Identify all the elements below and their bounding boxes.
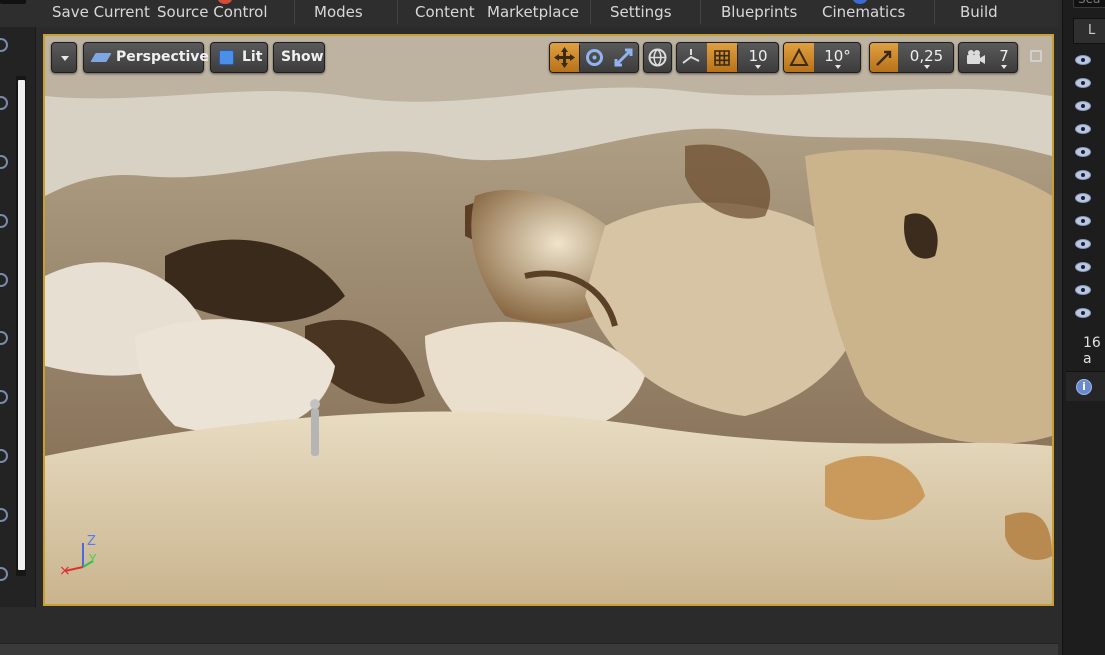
toolbar-divider	[294, 0, 295, 24]
translate-tool-button[interactable]	[550, 43, 579, 72]
viewport-options-button[interactable]	[51, 42, 77, 73]
left-scrollbar-thumb[interactable]	[18, 80, 25, 570]
rotation-snap-toggle[interactable]	[784, 43, 814, 72]
bottom-panel-edge	[0, 643, 1058, 655]
unreal-editor-window: Save Current Source Control Modes Conten…	[0, 0, 1105, 655]
chevron-down-icon	[1001, 65, 1007, 69]
view-mode-lit-button[interactable]: Lit	[210, 42, 268, 73]
toolbar-divider	[934, 0, 935, 24]
visibility-eye-icon[interactable]	[1075, 101, 1091, 111]
info-icon: i	[1076, 379, 1092, 395]
camera-speed-button[interactable]: 7	[958, 42, 1018, 73]
visibility-eye-icon[interactable]	[1075, 55, 1091, 65]
mode-icon[interactable]	[0, 273, 8, 287]
coordinate-system-button[interactable]	[643, 42, 672, 73]
save-current-button[interactable]: Save Current	[52, 3, 150, 23]
toolbar-divider	[397, 0, 398, 24]
scale-snap-toggle[interactable]	[870, 43, 898, 72]
mode-icon[interactable]	[0, 390, 8, 404]
move-arrows-icon	[554, 47, 575, 68]
svg-text:×: ×	[59, 563, 71, 579]
axis-y-label: Y	[88, 552, 97, 566]
globe-icon	[648, 48, 667, 67]
visibility-eye-icon[interactable]	[1075, 239, 1091, 249]
mode-icon[interactable]	[0, 96, 8, 110]
build-button[interactable]: Build	[960, 3, 998, 23]
settings-button[interactable]: Settings	[610, 3, 672, 23]
show-label: Show	[281, 49, 324, 65]
rotate-tool-button[interactable]	[580, 43, 609, 72]
mode-icon[interactable]	[0, 155, 8, 169]
visibility-eye-icon[interactable]	[1075, 285, 1091, 295]
perspective-icon	[90, 53, 112, 62]
camera-icon	[967, 50, 985, 64]
lit-label: Lit	[242, 49, 263, 65]
axis-gizmo: Z Y ×	[59, 534, 97, 579]
chevron-down-icon	[755, 65, 761, 69]
level-viewport[interactable]: Perspective Lit Show 10 10° 0,25 7 Z Y ×	[43, 34, 1054, 606]
visibility-eye-icon[interactable]	[1075, 147, 1091, 157]
details-panel-tab[interactable]: i	[1066, 371, 1105, 401]
rotation-snap-group: 10°	[783, 42, 861, 73]
perspective-button[interactable]: Perspective	[83, 42, 209, 73]
surface-snap-icon	[682, 49, 700, 64]
scale-arrow-icon	[876, 50, 892, 66]
lit-cube-icon	[219, 50, 234, 65]
toolbar-divider	[700, 0, 701, 24]
mode-icon[interactable]	[0, 331, 8, 345]
logo-icon	[0, 0, 26, 4]
grid-snap-group: 10	[676, 42, 779, 73]
modes-button[interactable]: Modes	[314, 3, 363, 23]
blueprints-button[interactable]: Blueprints	[721, 3, 797, 23]
visibility-eye-icon[interactable]	[1075, 124, 1091, 134]
mode-icon[interactable]	[0, 38, 8, 52]
visibility-eye-icon[interactable]	[1075, 262, 1091, 272]
rotate-icon	[586, 49, 603, 66]
maximize-viewport-icon[interactable]	[1030, 50, 1042, 62]
mode-icon[interactable]	[0, 214, 8, 228]
toolbar-divider	[590, 0, 591, 24]
mode-icon[interactable]	[0, 508, 8, 522]
scale-icon	[614, 48, 633, 67]
visibility-eye-icon[interactable]	[1075, 216, 1091, 226]
cave-scene-render[interactable]	[45, 36, 1052, 604]
transform-tools-group	[549, 42, 639, 73]
marketplace-button[interactable]: Marketplace	[487, 3, 579, 23]
visibility-eye-icon[interactable]	[1075, 193, 1091, 203]
chevron-down-icon	[835, 65, 841, 69]
visibility-eye-icon[interactable]	[1075, 78, 1091, 88]
cinematics-button[interactable]: Cinematics	[822, 3, 905, 23]
perspective-label: Perspective	[116, 49, 209, 65]
actor-count-label: 16 a	[1083, 335, 1101, 367]
show-flags-button[interactable]: Show	[273, 42, 325, 73]
mode-icon[interactable]	[0, 449, 8, 463]
grid-snap-toggle[interactable]	[707, 43, 737, 72]
outliner-label-column-header[interactable]: L	[1073, 18, 1105, 44]
surface-snapping-button[interactable]	[677, 43, 707, 72]
scale-snap-group: 0,25	[869, 42, 954, 73]
world-outliner-panel: Sea L 16 a i	[1062, 0, 1105, 655]
angle-icon	[789, 47, 809, 66]
outliner-search-input[interactable]: Sea	[1073, 0, 1105, 8]
visibility-eye-icon[interactable]	[1075, 170, 1091, 180]
mode-icon[interactable]	[0, 567, 8, 581]
source-control-button[interactable]: Source Control	[157, 3, 268, 23]
main-toolbar: Save Current Source Control Modes Conten…	[0, 0, 1058, 27]
chevron-down-icon	[924, 65, 930, 69]
content-button[interactable]: Content	[415, 3, 475, 23]
grid-icon	[714, 50, 730, 66]
scale-tool-button[interactable]	[609, 43, 638, 72]
chevron-down-icon	[61, 56, 69, 61]
axis-z-label: Z	[87, 534, 96, 549]
visibility-eye-icon[interactable]	[1075, 308, 1091, 318]
